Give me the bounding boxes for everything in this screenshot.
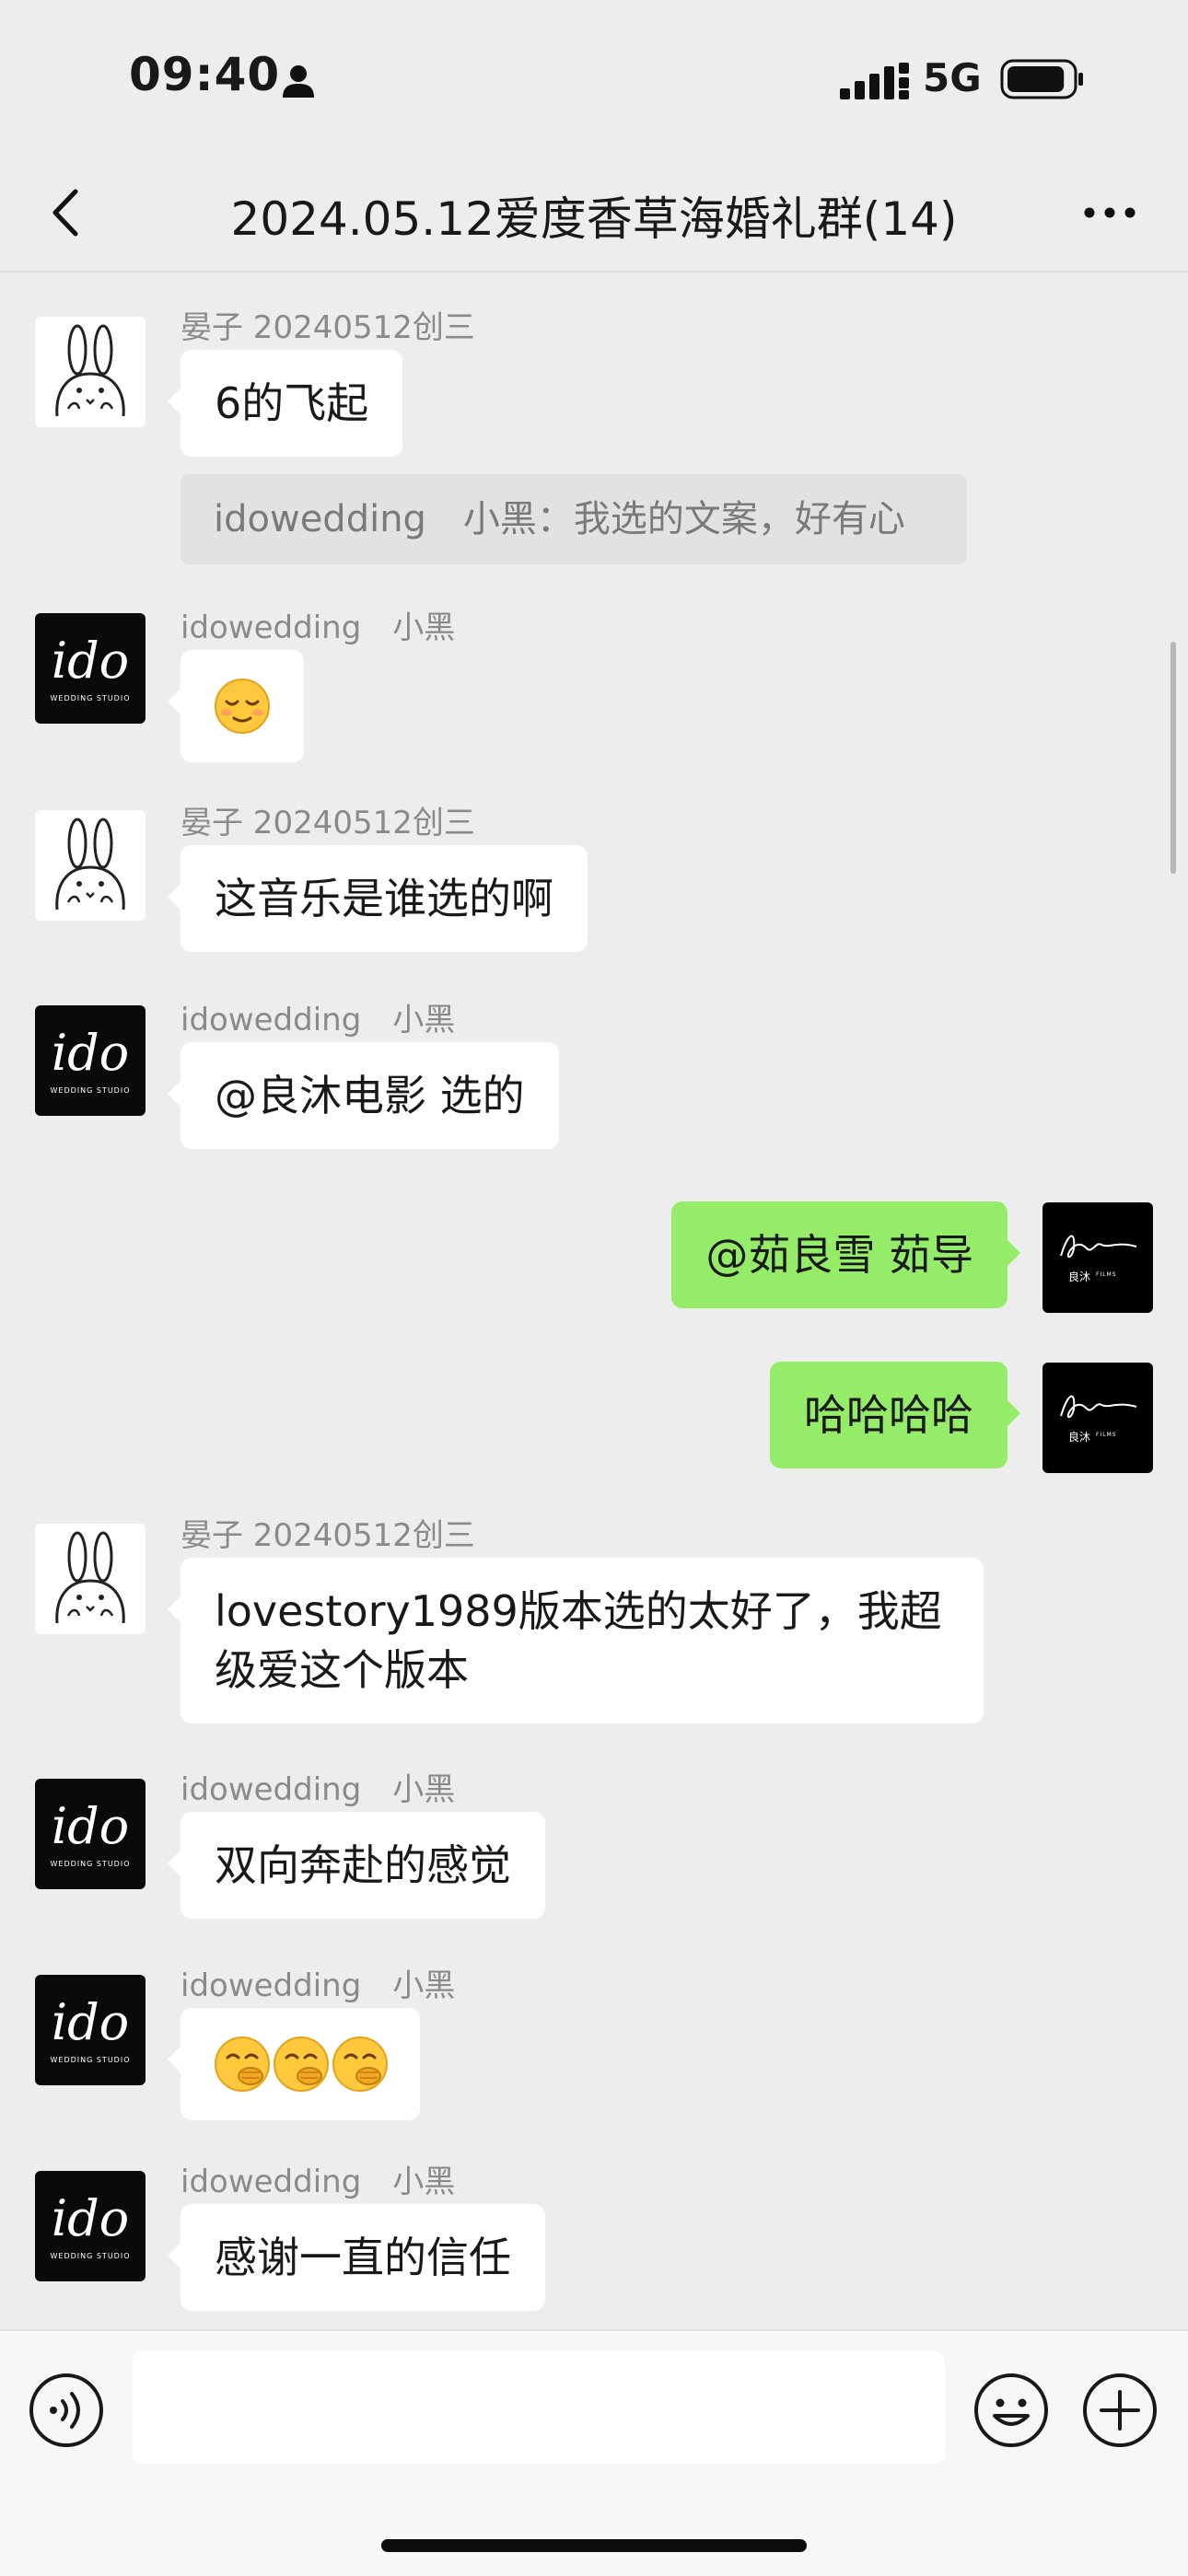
sender-name: idowedding 小黑: [181, 1002, 456, 1039]
signature-logo-icon: [1060, 1395, 1137, 1419]
message-bubble[interactable]: 6的飞起: [167, 350, 403, 457]
message-bubble-self[interactable]: @茹良雪 茹导: [671, 1201, 1020, 1308]
ido-avatar[interactable]: ido WEDDING STUDIO: [35, 1005, 146, 1116]
rabbit-avatar[interactable]: [35, 317, 146, 427]
liangmu-avatar[interactable]: 良沐 FILMS: [1042, 1202, 1153, 1313]
emoji-bubble[interactable]: [168, 2008, 420, 2120]
person-icon: [283, 65, 314, 98]
message-bubble[interactable]: lovestory1989版本选的太好了，我超级爱这个版本: [168, 1558, 984, 1723]
input-bar: [0, 2329, 1188, 2576]
sender-name: 晏子 20240512创三: [181, 309, 475, 346]
rabbit-avatar[interactable]: [35, 1524, 146, 1634]
shy-face-icon: [332, 2036, 388, 2092]
status-bar: 09:40 5G: [0, 0, 1188, 157]
sender-name: idowedding 小黑: [181, 2164, 456, 2200]
battery-icon: [1000, 59, 1083, 99]
liangmu-avatar[interactable]: 良沐 FILMS: [1042, 1363, 1153, 1473]
sender-name: idowedding 小黑: [181, 609, 456, 646]
sender-name: idowedding 小黑: [181, 1771, 456, 1808]
message-bubble-self[interactable]: 哈哈哈哈: [770, 1362, 1020, 1468]
message-bubble[interactable]: @良沐电影 选的: [168, 1042, 559, 1149]
shy-face-icon: [274, 2036, 329, 2092]
shy-face-icon: [215, 2036, 270, 2092]
quoted-message[interactable]: idowedding 小黑：我选的文案，好有心: [181, 474, 967, 564]
home-indicator[interactable]: [381, 2539, 807, 2552]
network-label: 5G: [923, 55, 982, 100]
message-input[interactable]: [133, 2351, 945, 2464]
sender-name: 晏子 20240512创三: [181, 1517, 475, 1554]
ido-avatar[interactable]: ido WEDDING STUDIO: [35, 1975, 146, 2085]
message-bubble[interactable]: 双向奔赴的感觉: [168, 1812, 545, 1919]
plus-icon[interactable]: [1081, 2372, 1159, 2449]
chat-title: 2024.05.12爱度香草海婚礼群(14): [230, 192, 958, 246]
more-icon[interactable]: [1077, 180, 1142, 245]
sender-name: 晏子 20240512创三: [181, 805, 475, 841]
ido-avatar[interactable]: ido WEDDING STUDIO: [35, 2171, 146, 2281]
status-time: 09:40: [129, 48, 281, 101]
emoji-bubble[interactable]: [168, 650, 304, 762]
voice-icon[interactable]: [28, 2372, 105, 2449]
rabbit-avatar[interactable]: [35, 810, 146, 921]
ido-avatar[interactable]: ido WEDDING STUDIO: [35, 1779, 146, 1889]
relieved-face-icon: [215, 679, 270, 734]
sender-name: idowedding 小黑: [181, 1967, 456, 2004]
message-bubble[interactable]: 这音乐是谁选的啊: [168, 845, 588, 952]
emoji-icon[interactable]: [973, 2372, 1050, 2449]
signature-logo-icon: [1060, 1235, 1137, 1259]
nav-bar: 2024.05.12爱度香草海婚礼群(14): [0, 157, 1188, 273]
signal-icon: [840, 63, 909, 99]
back-chevron-icon[interactable]: [37, 180, 101, 245]
message-bubble[interactable]: 感谢一直的信任: [168, 2204, 545, 2311]
ido-avatar[interactable]: ido WEDDING STUDIO: [35, 613, 146, 724]
scrollbar[interactable]: [1171, 642, 1176, 874]
